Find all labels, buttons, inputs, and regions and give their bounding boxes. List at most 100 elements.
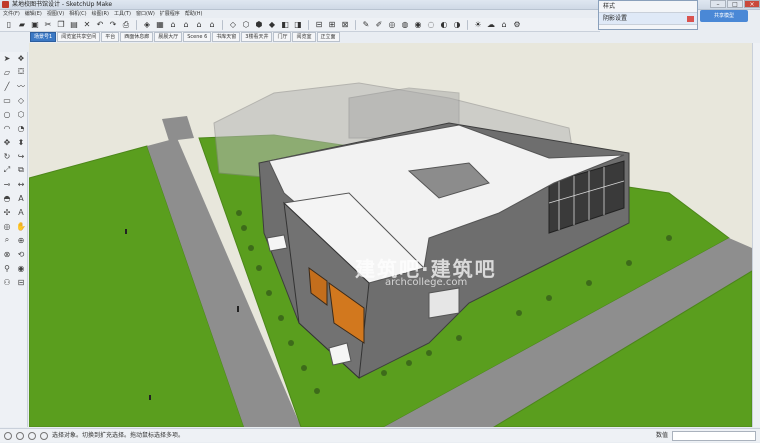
right-view-icon[interactable]: ⌂ — [181, 20, 191, 30]
menu-file[interactable]: 文件(F) — [3, 10, 20, 18]
scene-tab[interactable]: 阅览室 — [292, 32, 316, 42]
tray-styles-row[interactable]: 样式 — [599, 1, 697, 13]
position-camera-icon[interactable]: ⚲ — [1, 262, 13, 274]
freehand-icon[interactable]: 〰 — [15, 80, 27, 92]
left-view-icon[interactable]: ⌂ — [207, 20, 217, 30]
flip-edge-icon[interactable]: ◑ — [452, 20, 462, 30]
sandbox-icon[interactable]: ◎ — [387, 20, 397, 30]
stamp-icon[interactable]: ◉ — [413, 20, 423, 30]
iso-view-icon[interactable]: ◈ — [142, 20, 152, 30]
protractor-icon[interactable]: ◓ — [1, 192, 13, 204]
zoom-icon[interactable]: ⌕ — [1, 234, 13, 246]
tape-measure-icon[interactable]: ⊸ — [1, 178, 13, 190]
copy-icon[interactable]: ❐ — [56, 20, 66, 30]
add-detail-icon[interactable]: ◐ — [439, 20, 449, 30]
share-model-button[interactable]: 共享模型 — [700, 10, 748, 22]
zoom-window-icon[interactable]: ⊕ — [15, 234, 27, 246]
orbit-icon[interactable]: ◎ — [1, 220, 13, 232]
hidden-line-icon[interactable]: ⬢ — [254, 20, 264, 30]
print-icon[interactable]: ⎙ — [121, 20, 131, 30]
walk-icon[interactable]: ⚇ — [1, 276, 13, 288]
select-arrow-icon[interactable]: ➤ — [1, 52, 13, 64]
model-viewport[interactable]: 建筑吧·建筑吧 archcollege.com — [29, 43, 752, 427]
geo-location-icon[interactable] — [4, 432, 12, 440]
rotated-rect-icon[interactable]: ◇ — [15, 94, 27, 106]
pen-icon[interactable]: ✎ — [361, 20, 371, 30]
cut-icon[interactable]: ✂ — [43, 20, 53, 30]
section-plane-tool-icon[interactable]: ⊟ — [15, 276, 27, 288]
menu-extensions[interactable]: 扩展程序 — [160, 10, 180, 18]
textured-icon[interactable]: ◧ — [280, 20, 290, 30]
shaded-icon[interactable]: ◆ — [267, 20, 277, 30]
menu-help[interactable]: 帮助(H) — [185, 10, 203, 18]
new-file-icon[interactable]: ▯ — [4, 20, 14, 30]
scene-tab[interactable]: 平台 — [101, 32, 120, 42]
move-icon[interactable]: ✥ — [1, 136, 13, 148]
scene-tab[interactable]: 书库天窗 — [212, 32, 241, 42]
monochrome-icon[interactable]: ◨ — [293, 20, 303, 30]
look-around-icon[interactable]: ◉ — [15, 262, 27, 274]
push-pull-icon[interactable]: ⬍ — [15, 136, 27, 148]
dimension-icon[interactable]: ↔ — [15, 178, 27, 190]
scene-tab[interactable]: 晨晨大厅 — [154, 32, 183, 42]
menu-camera[interactable]: 相机(C) — [69, 10, 86, 18]
menu-tools[interactable]: 工具(T) — [114, 10, 131, 18]
drape-icon[interactable]: ◌ — [426, 20, 436, 30]
3d-text-icon[interactable]: Ａ — [15, 206, 27, 218]
scene-tab[interactable]: 场景号1 — [30, 32, 57, 42]
menu-draw[interactable]: 绘图(R) — [92, 10, 109, 18]
extension-icon[interactable]: ⚙ — [512, 20, 522, 30]
scale-icon[interactable]: ⤢ — [1, 164, 13, 176]
scene-tab[interactable]: 门厅 — [273, 32, 292, 42]
tray-shadows-row[interactable]: 阴影设置 — [599, 13, 697, 25]
follow-me-icon[interactable]: ↪ — [15, 150, 27, 162]
fog-icon[interactable]: ☁ — [486, 20, 496, 30]
top-view-icon[interactable]: ▦ — [155, 20, 165, 30]
maximize-icon[interactable]: □ — [727, 0, 743, 8]
scene-tab[interactable]: Scene 6 — [183, 32, 212, 42]
erase-icon[interactable]: ✕ — [82, 20, 92, 30]
section-cut-icon[interactable]: ⊠ — [340, 20, 350, 30]
warehouse-icon[interactable]: ⌂ — [499, 20, 509, 30]
wireframe-icon[interactable]: ⬡ — [241, 20, 251, 30]
circle-icon[interactable]: ○ — [1, 108, 13, 120]
back-view-icon[interactable]: ⌂ — [194, 20, 204, 30]
redo-icon[interactable]: ↷ — [108, 20, 118, 30]
save-icon[interactable]: ▣ — [30, 20, 40, 30]
text-icon[interactable]: A — [15, 192, 27, 204]
credits-icon[interactable] — [16, 432, 24, 440]
undo-icon[interactable]: ↶ — [95, 20, 105, 30]
menu-edit[interactable]: 编辑(E) — [25, 10, 42, 18]
section-plane-icon[interactable]: ⊟ — [314, 20, 324, 30]
pan-icon[interactable]: ✋ — [15, 220, 27, 232]
arc-icon[interactable]: ◠ — [1, 122, 13, 134]
shadow-icon[interactable]: ☀ — [473, 20, 483, 30]
scene-tab[interactable]: 阅览室共享空间 — [57, 32, 101, 42]
section-display-icon[interactable]: ⊞ — [327, 20, 337, 30]
polygon-icon[interactable]: ⬡ — [15, 108, 27, 120]
rectangle-icon[interactable]: ▭ — [1, 94, 13, 106]
scene-tab[interactable]: 3楼看天井 — [241, 32, 273, 42]
close-icon[interactable] — [687, 16, 694, 22]
brush-icon[interactable]: ✐ — [374, 20, 384, 30]
zoom-extents-icon[interactable]: ⊗ — [1, 248, 13, 260]
rotate-icon[interactable]: ↻ — [1, 150, 13, 162]
scene-tab[interactable]: 正立面 — [316, 32, 340, 42]
line-icon[interactable]: ╱ — [1, 80, 13, 92]
open-file-icon[interactable]: ▰ — [17, 20, 27, 30]
menu-window[interactable]: 窗口(W) — [136, 10, 155, 18]
previous-view-icon[interactable]: ⟲ — [15, 248, 27, 260]
measurements-input[interactable] — [672, 431, 756, 441]
help-icon[interactable] — [28, 432, 36, 440]
instructor-icon[interactable] — [40, 432, 48, 440]
offset-icon[interactable]: ⧉ — [15, 164, 27, 176]
minimize-icon[interactable]: – — [710, 0, 726, 8]
axes-icon[interactable]: ✣ — [1, 206, 13, 218]
close-icon[interactable]: × — [744, 0, 760, 8]
scene-tab[interactable]: 西面休息廊 — [120, 32, 154, 42]
paste-icon[interactable]: ▤ — [69, 20, 79, 30]
make-component-icon[interactable]: ❖ — [15, 52, 27, 64]
vertical-scrollbar[interactable] — [752, 43, 760, 427]
xray-icon[interactable]: ◇ — [228, 20, 238, 30]
paint-bucket-icon[interactable]: ⛋ — [15, 66, 27, 78]
